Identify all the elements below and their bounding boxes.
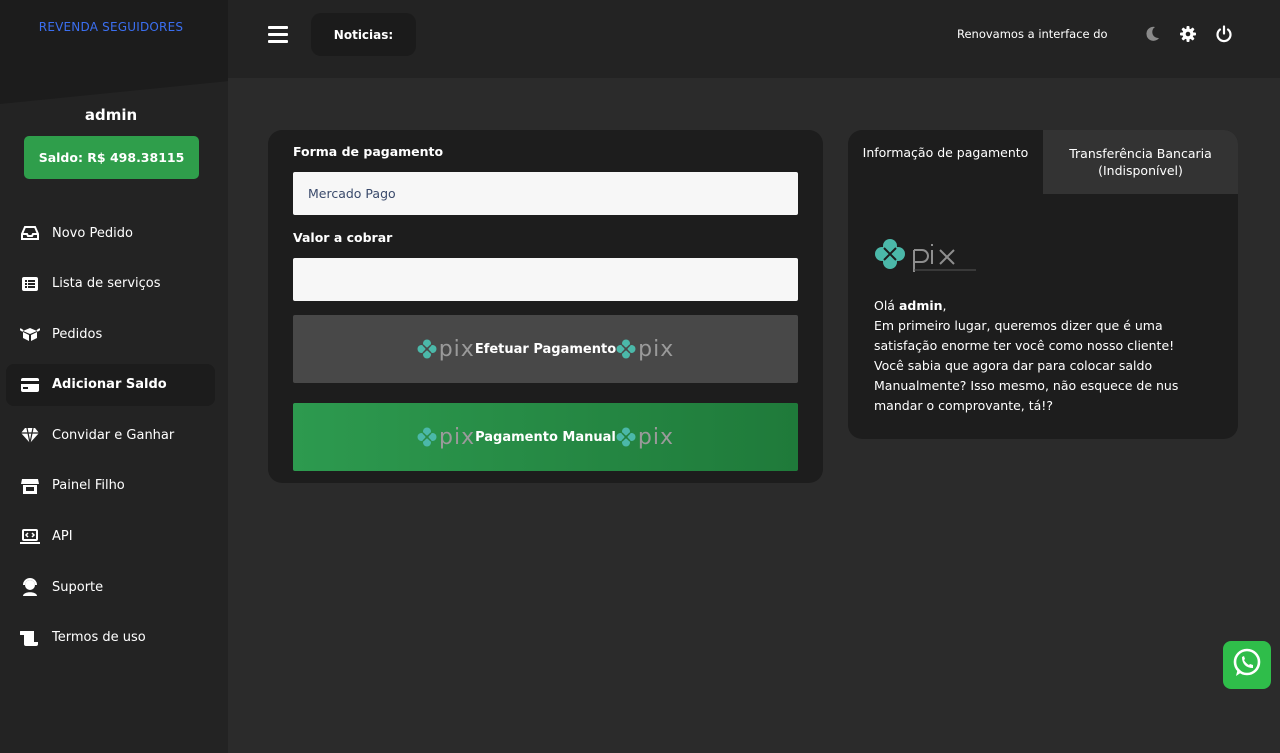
sidebar: REVENDA SEGUIDORES admin Saldo: R$ 498.3… bbox=[0, 0, 228, 753]
payment-info-card: Informação de pagamento Transferência Ba… bbox=[848, 130, 1238, 439]
info-paragraph-1: Em primeiro lugar, queremos dizer que é … bbox=[874, 318, 1175, 353]
sidebar-item-pedidos[interactable]: Pedidos bbox=[6, 313, 215, 355]
sidebar-item-label: Suporte bbox=[52, 579, 104, 595]
top-header: Noticias: Renovamos a interface do paine… bbox=[228, 0, 1280, 78]
sidebar-nav: Novo Pedido Lista de serviços Pedidos Ad… bbox=[6, 212, 215, 667]
sidebar-item-novo-pedido[interactable]: Novo Pedido bbox=[6, 212, 215, 254]
store-icon bbox=[20, 476, 40, 496]
payment-info-text: Olá admin, Em primeiro lugar, queremos d… bbox=[874, 296, 1214, 416]
pix-word: pix bbox=[638, 336, 675, 362]
sidebar-item-api[interactable]: API bbox=[6, 516, 215, 558]
pix-icon: pix bbox=[616, 425, 674, 450]
diamond-icon bbox=[20, 425, 40, 445]
sidebar-item-label: API bbox=[52, 529, 73, 545]
inbox-icon bbox=[20, 223, 40, 243]
manual-payment-label: Pagamento Manual bbox=[475, 429, 616, 445]
sidebar-item-label: Painel Filho bbox=[52, 478, 125, 494]
payment-form-card: Forma de pagamento Valor a cobrar pix Ef… bbox=[268, 130, 823, 483]
whatsapp-button[interactable] bbox=[1223, 641, 1271, 689]
pix-icon: pix bbox=[417, 337, 475, 362]
tab-payment-info[interactable]: Informação de pagamento bbox=[848, 130, 1043, 174]
box-icon bbox=[20, 324, 40, 344]
pix-icon: pix bbox=[616, 337, 674, 362]
payment-method-label: Forma de pagamento bbox=[293, 144, 444, 159]
credit-card-icon bbox=[20, 375, 40, 395]
tab-bank-transfer-title: Transferência Bancaria bbox=[1069, 145, 1212, 161]
sidebar-item-label: Pedidos bbox=[52, 326, 103, 342]
sidebar-item-painel-filho[interactable]: Painel Filho bbox=[6, 465, 215, 507]
tab-bank-transfer-status: (Indisponível) bbox=[1098, 163, 1183, 178]
news-label: Noticias: bbox=[311, 13, 416, 56]
sidebar-item-label: Convidar e Ganhar bbox=[52, 427, 175, 443]
whatsapp-icon bbox=[1230, 646, 1264, 684]
pay-button[interactable]: pix Efetuar Pagamento pix bbox=[293, 315, 798, 383]
sidebar-item-termos-uso[interactable]: Termos de uso bbox=[6, 617, 215, 659]
sidebar-item-label: Novo Pedido bbox=[52, 225, 133, 241]
greeting-username: admin bbox=[898, 298, 943, 313]
username: admin bbox=[84, 106, 138, 124]
pix-word: pix bbox=[439, 424, 476, 450]
pay-button-label: Efetuar Pagamento bbox=[474, 341, 617, 357]
news-ticker: Renovamos a interface do painel bbox=[957, 27, 1109, 41]
power-icon[interactable] bbox=[1215, 25, 1233, 43]
pix-icon: pix bbox=[417, 425, 475, 450]
payment-method-select[interactable] bbox=[293, 172, 798, 215]
sidebar-item-convidar-ganhar[interactable]: Convidar e Ganhar bbox=[6, 414, 215, 456]
sidebar-item-label: Adicionar Saldo bbox=[52, 377, 167, 393]
sidebar-item-label: Lista de serviços bbox=[52, 276, 161, 292]
amount-label: Valor a cobrar bbox=[293, 230, 393, 245]
sidebar-item-label: Termos de uso bbox=[52, 630, 146, 646]
code-laptop-icon bbox=[20, 527, 40, 547]
headset-icon bbox=[20, 577, 40, 597]
sidebar-item-suporte[interactable]: Suporte bbox=[6, 566, 215, 608]
manual-payment-button[interactable]: pix Pagamento Manual pix bbox=[293, 403, 798, 471]
balance-badge[interactable]: Saldo: R$ 498.38115 bbox=[24, 136, 199, 179]
amount-input[interactable] bbox=[293, 258, 798, 301]
pix-logo bbox=[874, 236, 984, 276]
sidebar-header-bg bbox=[0, 0, 228, 104]
scroll-icon bbox=[20, 628, 40, 648]
brand-logo[interactable]: REVENDA SEGUIDORES bbox=[0, 20, 222, 34]
tab-bank-transfer[interactable]: Transferência Bancaria (Indisponível) bbox=[1043, 130, 1238, 194]
sidebar-item-lista-servicos[interactable]: Lista de serviços bbox=[6, 263, 215, 305]
greeting: Olá admin, bbox=[874, 298, 947, 313]
menu-toggle-icon[interactable] bbox=[268, 26, 288, 44]
gear-icon[interactable] bbox=[1179, 25, 1197, 43]
sidebar-item-adicionar-saldo[interactable]: Adicionar Saldo bbox=[6, 363, 215, 406]
info-paragraph-2: Você sabia que agora dar para colocar sa… bbox=[874, 358, 1179, 413]
list-icon bbox=[20, 274, 40, 294]
moon-icon[interactable] bbox=[1143, 25, 1161, 43]
pix-word: pix bbox=[637, 424, 674, 450]
pix-word: pix bbox=[438, 336, 475, 362]
